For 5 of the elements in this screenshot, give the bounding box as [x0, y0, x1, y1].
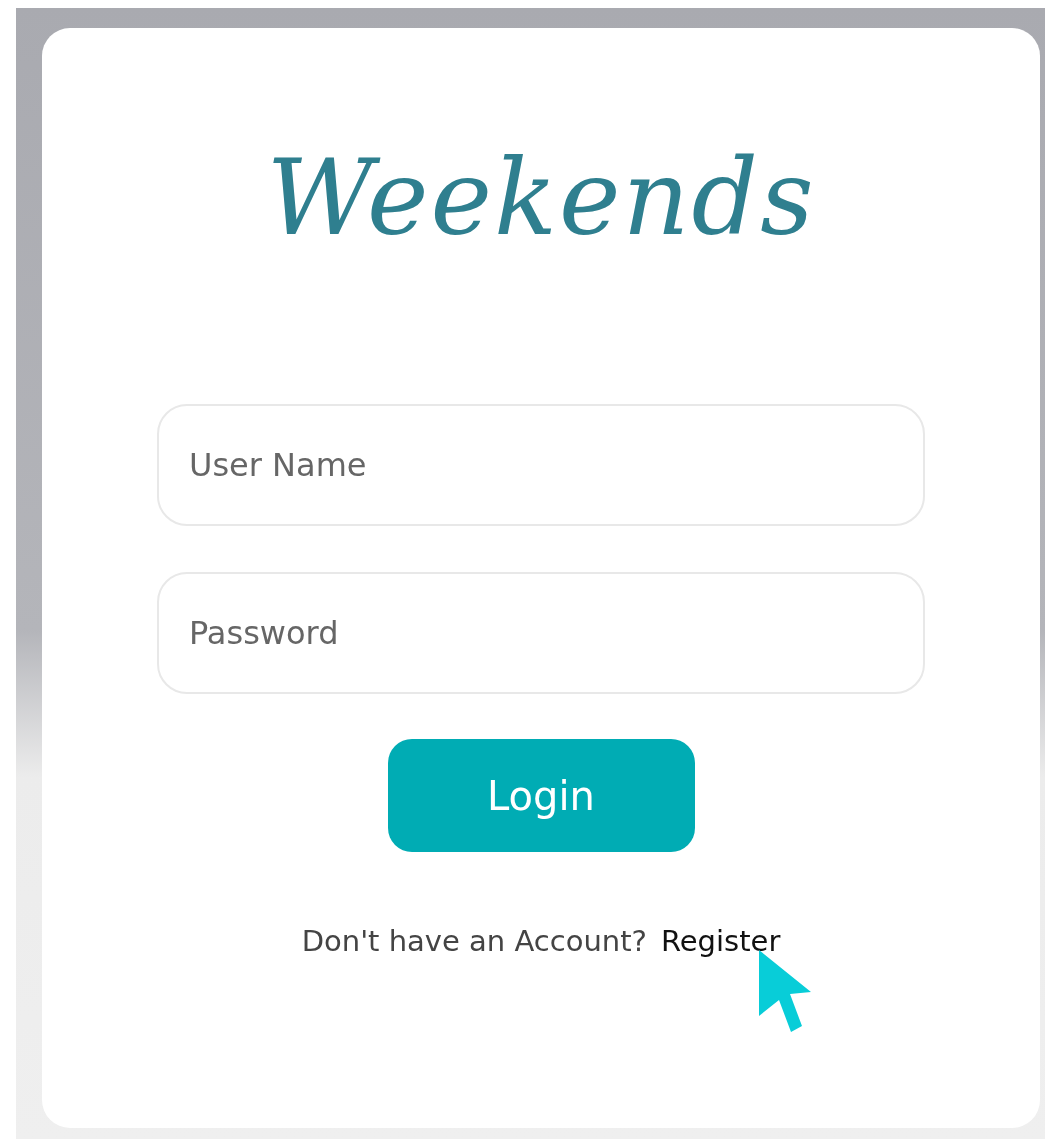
- logo: Weekends: [266, 146, 816, 261]
- register-link[interactable]: Register: [660, 924, 781, 958]
- register-prompt: Don't have an Account?: [301, 924, 647, 958]
- username-field[interactable]: User Name: [157, 404, 925, 526]
- password-field[interactable]: Password: [157, 572, 925, 694]
